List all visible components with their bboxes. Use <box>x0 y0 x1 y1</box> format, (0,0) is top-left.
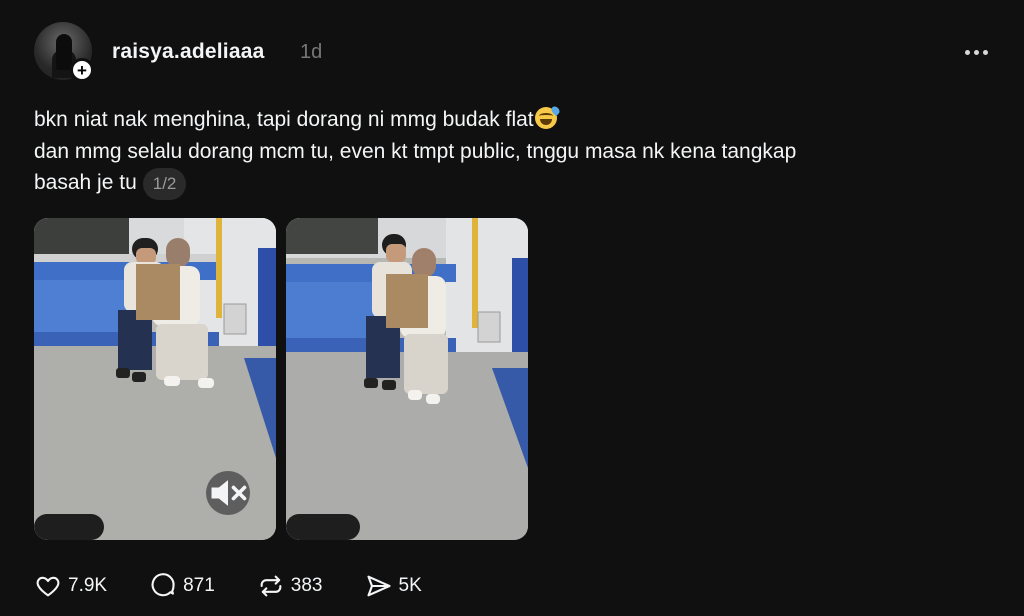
follow-plus-icon[interactable]: + <box>70 58 94 82</box>
post-timestamp: 1d <box>300 41 323 63</box>
comment-icon <box>149 572 177 600</box>
grinning-sweat-emoji-icon <box>534 104 561 129</box>
caption-line-3-text: basah je tu <box>34 171 137 194</box>
repost-count: 383 <box>290 575 323 596</box>
media-carousel <box>34 218 534 540</box>
post-header: + raisya.adeliaaa 1d <box>34 22 994 82</box>
caption-line-1-text: bkn niat nak menghina, tapi dorang ni mm… <box>34 108 534 131</box>
more-options-icon[interactable] <box>958 38 994 66</box>
comment-button[interactable]: 871 <box>149 572 215 600</box>
media-video-1[interactable] <box>34 218 276 540</box>
post-actions: 7.9K 871 383 5K <box>34 568 464 604</box>
share-count: 5K <box>398 575 422 596</box>
username[interactable]: raisya.adeliaaa <box>112 40 264 64</box>
send-icon <box>365 572 393 600</box>
comment-count: 871 <box>183 575 215 596</box>
caption-line-2: dan mmg selalu dorang mcm tu, even kt tm… <box>34 139 797 163</box>
caption-line-3: basah je tu 1/2 <box>34 167 994 200</box>
caption-line-1: bkn niat nak menghina, tapi dorang ni mm… <box>34 104 994 136</box>
post-caption: bkn niat nak menghina, tapi dorang ni mm… <box>34 104 994 200</box>
media-page-indicator[interactable]: 1/2 <box>142 168 187 200</box>
share-button[interactable]: 5K <box>365 572 422 600</box>
like-button[interactable]: 7.9K <box>34 572 107 600</box>
media-image-2[interactable] <box>286 218 528 540</box>
train-photo-2 <box>286 218 528 540</box>
like-count: 7.9K <box>68 575 108 596</box>
mute-icon <box>211 480 247 506</box>
heart-icon <box>34 572 62 600</box>
mute-toggle-button[interactable] <box>206 471 250 515</box>
thread-post: + raisya.adeliaaa 1d bkn niat nak menghi… <box>0 0 1024 616</box>
repost-icon <box>257 572 285 600</box>
repost-button[interactable]: 383 <box>257 572 323 600</box>
